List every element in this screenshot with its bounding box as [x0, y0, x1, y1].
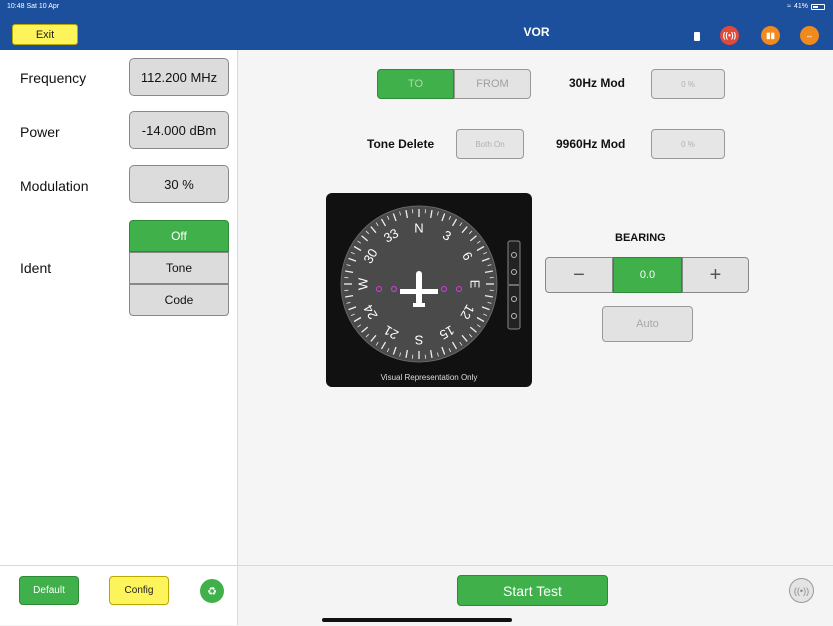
mod9960-field[interactable]: 0 %	[651, 129, 725, 159]
ident-code-button[interactable]: Code	[129, 284, 229, 316]
compass-label: E	[468, 280, 483, 289]
mod30-field[interactable]: 0 %	[651, 69, 725, 99]
swap-icon[interactable]: ↔	[800, 26, 819, 45]
bearing-plus-button[interactable]: +	[682, 257, 749, 293]
compass-dial: N 36E1215S2124W3033	[340, 205, 521, 363]
frequency-field[interactable]: 112.200 MHz	[129, 58, 229, 96]
wifi-icon: ≈	[787, 3, 791, 10]
compass-label: S	[414, 333, 423, 348]
footer-divider	[0, 565, 833, 566]
bearing-value[interactable]: 0.0	[613, 257, 682, 293]
battery-icon	[811, 3, 825, 10]
modulation-field[interactable]: 30 %	[129, 165, 229, 203]
home-indicator	[322, 618, 512, 622]
status-time: 10:48 Sat 10 Apr	[7, 3, 60, 10]
bearing-label: BEARING	[615, 232, 666, 244]
auto-button[interactable]: Auto	[602, 306, 693, 342]
mod9960-label: 9960Hz Mod	[556, 137, 626, 151]
transmit-icon[interactable]: ((•))	[720, 26, 739, 45]
mod30-label: 30Hz Mod	[569, 76, 626, 90]
eco-icon[interactable]: ♻	[200, 579, 224, 603]
bearing-minus-button[interactable]: −	[545, 257, 613, 293]
page-title: VOR	[523, 25, 550, 39]
power-field[interactable]: -14.000 dBm	[129, 111, 229, 149]
default-button[interactable]: Default	[19, 576, 79, 605]
ident-off-button[interactable]: Off	[129, 220, 229, 252]
tone-delete-field[interactable]: Both On	[456, 129, 524, 159]
compass-label: N	[414, 221, 423, 236]
modulation-label: Modulation	[20, 178, 89, 194]
compass-panel: N 3 6 E 12 15 S 21 24 W 30 33 Visual Representation…	[326, 193, 532, 387]
vor-screen: 10:48 Sat 10 Apr ≈ 41% Exit VOR ((•)) ▮▮…	[0, 0, 833, 626]
plug-icon	[694, 32, 700, 41]
ident-label: Ident	[20, 260, 52, 276]
exit-button[interactable]: Exit	[12, 24, 78, 45]
compass-caption: Visual Representation Only	[380, 373, 478, 382]
top-bar: 10:48 Sat 10 Apr ≈ 41% Exit VOR ((•)) ▮▮…	[0, 0, 833, 50]
from-toggle[interactable]: FROM	[454, 69, 531, 99]
battery-percent: 41%	[793, 3, 808, 10]
status-indicators: ≈ 41%	[787, 3, 825, 10]
left-panel: Frequency 112.200 MHz Power -14.000 dBm …	[0, 50, 238, 625]
start-test-button[interactable]: Start Test	[457, 575, 608, 606]
frequency-label: Frequency	[20, 70, 87, 86]
tone-delete-label: Tone Delete	[367, 137, 435, 151]
broadcast-icon[interactable]: ((•))	[789, 578, 814, 603]
power-label: Power	[20, 124, 60, 140]
to-toggle[interactable]: TO	[377, 69, 454, 99]
ident-tone-button[interactable]: Tone	[129, 252, 229, 284]
compass-label: W	[356, 277, 371, 290]
config-button[interactable]: Config	[109, 576, 169, 605]
book-icon[interactable]: ▮▮	[761, 26, 780, 45]
